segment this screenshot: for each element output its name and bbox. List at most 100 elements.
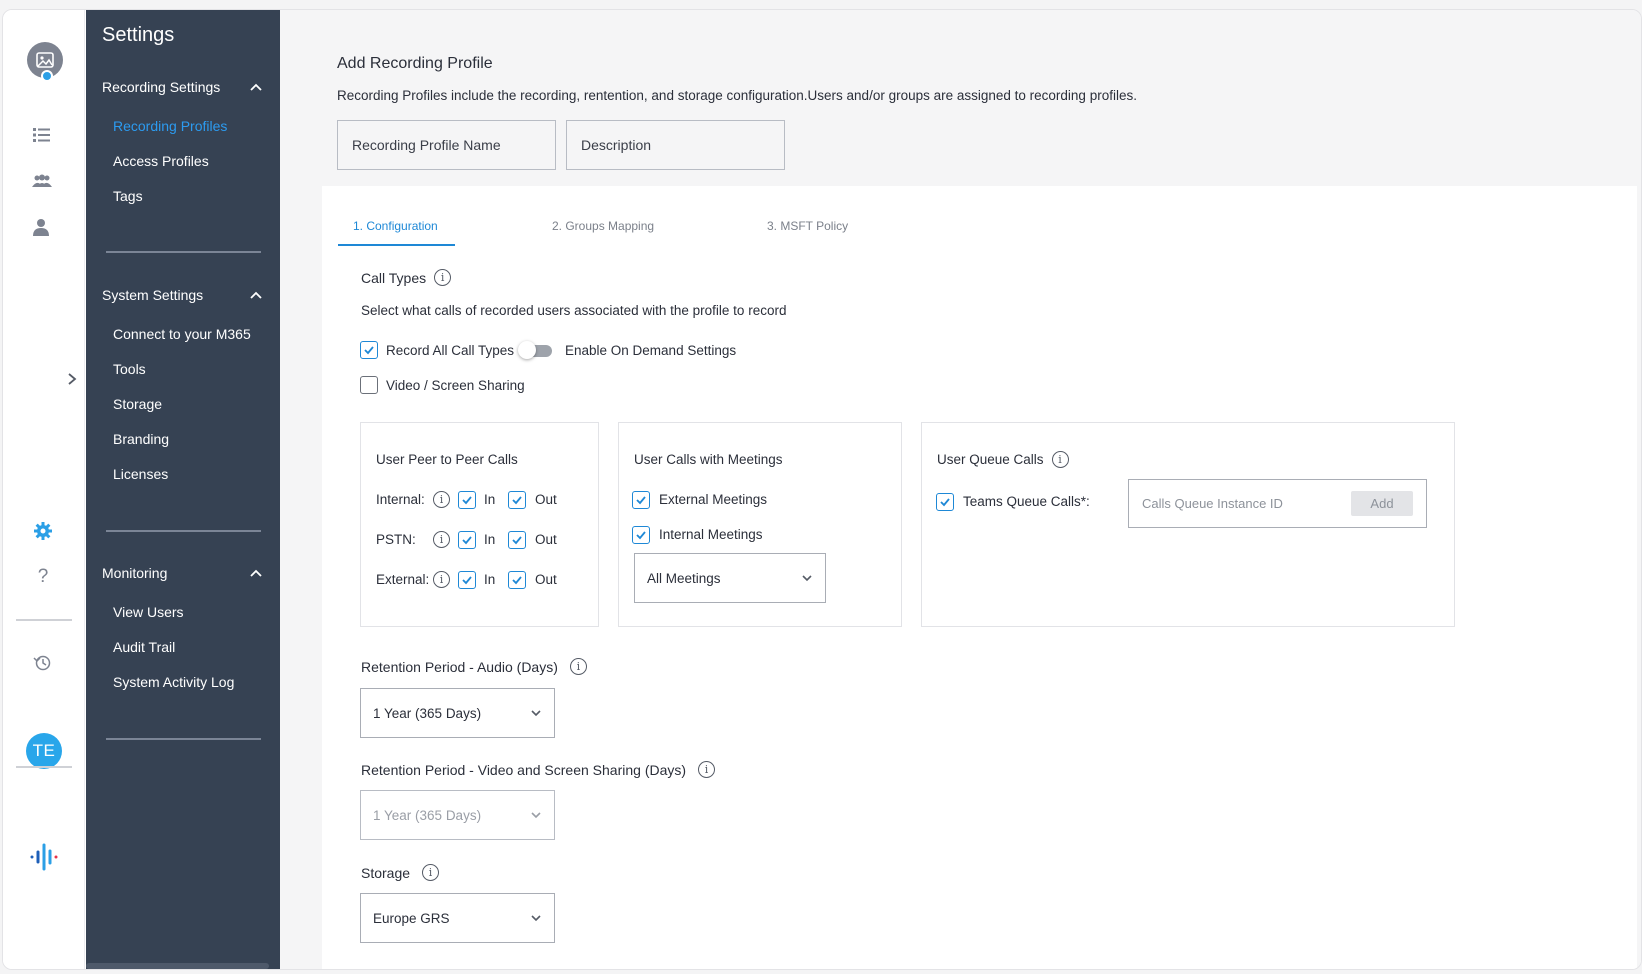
menu-section-system-settings[interactable]: System Settings: [102, 287, 262, 303]
menu-item-audit-trail[interactable]: Audit Trail: [113, 639, 175, 655]
menu-item-access-profiles[interactable]: Access Profiles: [113, 153, 209, 169]
record-all-checkbox[interactable]: [360, 341, 378, 359]
menu-item-tools[interactable]: Tools: [113, 361, 146, 377]
chevron-up-icon: [250, 291, 262, 299]
meetings-select[interactable]: All Meetings: [634, 553, 826, 603]
storage-select[interactable]: Europe GRS: [360, 893, 555, 943]
peer-internal-in-checkbox[interactable]: [458, 491, 476, 509]
teams-queue-checkbox[interactable]: [936, 493, 954, 511]
description-field[interactable]: Description: [566, 120, 785, 170]
teams-queue-label: Teams Queue Calls*:: [963, 494, 1090, 509]
menu-item-connect-m365[interactable]: Connect to your M365: [113, 326, 251, 342]
info-icon[interactable]: i: [433, 491, 450, 508]
chevron-down-icon: [531, 915, 541, 922]
check-icon: [636, 531, 646, 540]
video-sharing-label: Video / Screen Sharing: [386, 378, 525, 393]
retention-video-heading: Retention Period - Video and Screen Shar…: [361, 761, 716, 778]
app-window: ? TE Settings Recording Settings Recordi…: [2, 9, 1642, 970]
chevron-down-icon: [531, 812, 541, 819]
info-icon[interactable]: i: [433, 531, 450, 548]
expand-chevron-icon[interactable]: [60, 367, 84, 391]
page-description: Recording Profiles include the recording…: [337, 88, 1137, 103]
tab-configuration[interactable]: 1. Configuration: [353, 219, 438, 233]
peer-internal-in-label: In: [484, 492, 496, 507]
info-icon[interactable]: i: [698, 761, 716, 778]
record-all-label: Record All Call Types: [386, 343, 515, 358]
menu-item-branding[interactable]: Branding: [113, 431, 169, 447]
app-logo-icon: [29, 842, 59, 872]
gear-icon[interactable]: [31, 519, 55, 543]
peer-external-in-label: In: [484, 572, 496, 587]
info-icon[interactable]: i: [422, 864, 440, 881]
queue-input-placeholder: Calls Queue Instance ID: [1142, 496, 1283, 511]
history-icon[interactable]: [30, 651, 54, 675]
peer-external-out-label: Out: [535, 572, 557, 587]
page-title: Add Recording Profile: [337, 55, 493, 72]
queue-calls-heading: User Queue Calls i: [937, 451, 1069, 468]
peer-pstn-in-checkbox[interactable]: [458, 531, 476, 549]
menu-section-label: System Settings: [102, 287, 204, 303]
peer-pstn-out-checkbox[interactable]: [508, 531, 526, 549]
peer-external-in-checkbox[interactable]: [458, 571, 476, 589]
storage-value: Europe GRS: [373, 910, 450, 926]
menu-item-recording-profiles[interactable]: Recording Profiles: [113, 118, 227, 134]
person-icon[interactable]: [29, 215, 53, 239]
retention-audio-value: 1 Year (365 Days): [373, 705, 482, 721]
menu-item-view-users[interactable]: View Users: [113, 604, 184, 620]
list-icon[interactable]: [30, 123, 54, 147]
external-meetings-checkbox[interactable]: [632, 491, 650, 509]
chevron-down-icon: [531, 710, 541, 717]
menu-item-licenses[interactable]: Licenses: [113, 466, 168, 482]
help-icon[interactable]: ?: [31, 565, 55, 589]
active-tab-indicator: [338, 244, 455, 246]
tab-msft-policy[interactable]: 3. MSFT Policy: [767, 219, 848, 233]
tab-groups-mapping[interactable]: 2. Groups Mapping: [552, 219, 654, 233]
peer-pstn-in-label: In: [484, 532, 496, 547]
peer-internal-out-label: Out: [535, 492, 557, 507]
info-icon[interactable]: i: [569, 658, 587, 675]
peer-pstn-out-label: Out: [535, 532, 557, 547]
group-icon[interactable]: [30, 169, 54, 193]
check-icon: [940, 498, 950, 507]
video-sharing-checkbox[interactable]: [360, 376, 378, 394]
menu-section-recording-settings[interactable]: Recording Settings: [102, 79, 262, 95]
profile-image-icon[interactable]: [27, 42, 63, 82]
rail-divider: [16, 766, 72, 768]
peer-external-out-checkbox[interactable]: [508, 571, 526, 589]
avatar[interactable]: TE: [26, 733, 62, 769]
call-types-heading: Call Types i: [361, 269, 452, 286]
external-meetings-label: External Meetings: [659, 492, 768, 507]
queue-instance-input[interactable]: Calls Queue Instance ID Add: [1128, 479, 1427, 528]
menu-section-label: Recording Settings: [102, 79, 221, 95]
peer-internal-out-checkbox[interactable]: [508, 491, 526, 509]
rail-divider: [16, 619, 72, 621]
check-icon: [462, 576, 472, 585]
menu-item-storage[interactable]: Storage: [113, 396, 162, 412]
menu-scrollbar[interactable]: [86, 963, 269, 969]
retention-video-select[interactable]: 1 Year (365 Days): [360, 790, 555, 840]
peer-pstn-label: PSTN:: [376, 532, 416, 547]
chevron-up-icon: [250, 83, 262, 91]
retention-audio-select[interactable]: 1 Year (365 Days): [360, 688, 555, 738]
internal-meetings-label: Internal Meetings: [659, 527, 763, 542]
check-icon: [462, 496, 472, 505]
retention-audio-label: Retention Period - Audio (Days): [361, 658, 558, 675]
check-icon: [512, 536, 522, 545]
menu-item-system-activity-log[interactable]: System Activity Log: [113, 674, 234, 690]
menu-title: Settings: [102, 24, 175, 46]
info-icon[interactable]: i: [434, 269, 452, 286]
check-icon: [512, 576, 522, 585]
info-icon[interactable]: i: [433, 571, 450, 588]
menu-section-monitoring[interactable]: Monitoring: [102, 565, 262, 581]
add-queue-button[interactable]: Add: [1351, 491, 1413, 516]
settings-menu: Settings Recording Settings Recording Pr…: [86, 10, 280, 969]
on-demand-toggle[interactable]: [518, 341, 552, 359]
retention-video-value: 1 Year (365 Days): [373, 807, 482, 823]
profile-name-field[interactable]: Recording Profile Name: [337, 120, 556, 170]
configuration-card: 1. Configuration 2. Groups Mapping 3. MS…: [322, 186, 1637, 969]
check-icon: [512, 496, 522, 505]
status-dot: [41, 70, 53, 82]
menu-item-tags[interactable]: Tags: [113, 188, 143, 204]
internal-meetings-checkbox[interactable]: [632, 526, 650, 544]
info-icon[interactable]: i: [1051, 451, 1069, 468]
